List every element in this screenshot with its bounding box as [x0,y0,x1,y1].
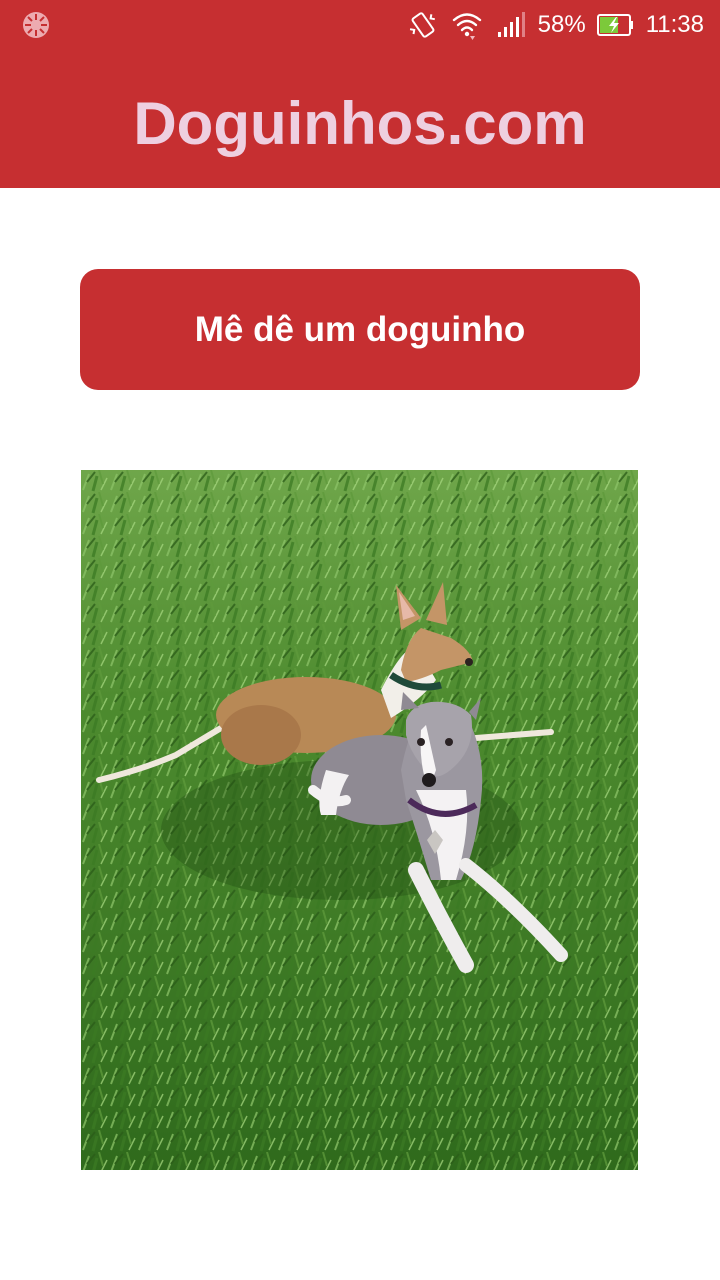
dog-photo-illustration [81,470,638,1170]
app-bar: 58% 11:38 Doguinhos.com [0,0,720,188]
status-icons: 58% 11:38 [406,8,704,42]
wifi-icon [452,13,481,40]
battery-percent: 58% [537,11,586,38]
loading-spinner-icon [23,12,49,38]
battery-charging-icon [596,14,633,36]
vibrate-icon [409,12,435,38]
signal-icon [497,12,525,37]
give-me-a-dog-button[interactable]: Mê dê um doguinho [80,269,640,390]
clock: 11:38 [645,11,704,38]
app-title: Doguinhos.com [133,90,587,157]
dog-photo [81,470,638,1170]
status-bar: 58% 11:38 [0,0,720,50]
